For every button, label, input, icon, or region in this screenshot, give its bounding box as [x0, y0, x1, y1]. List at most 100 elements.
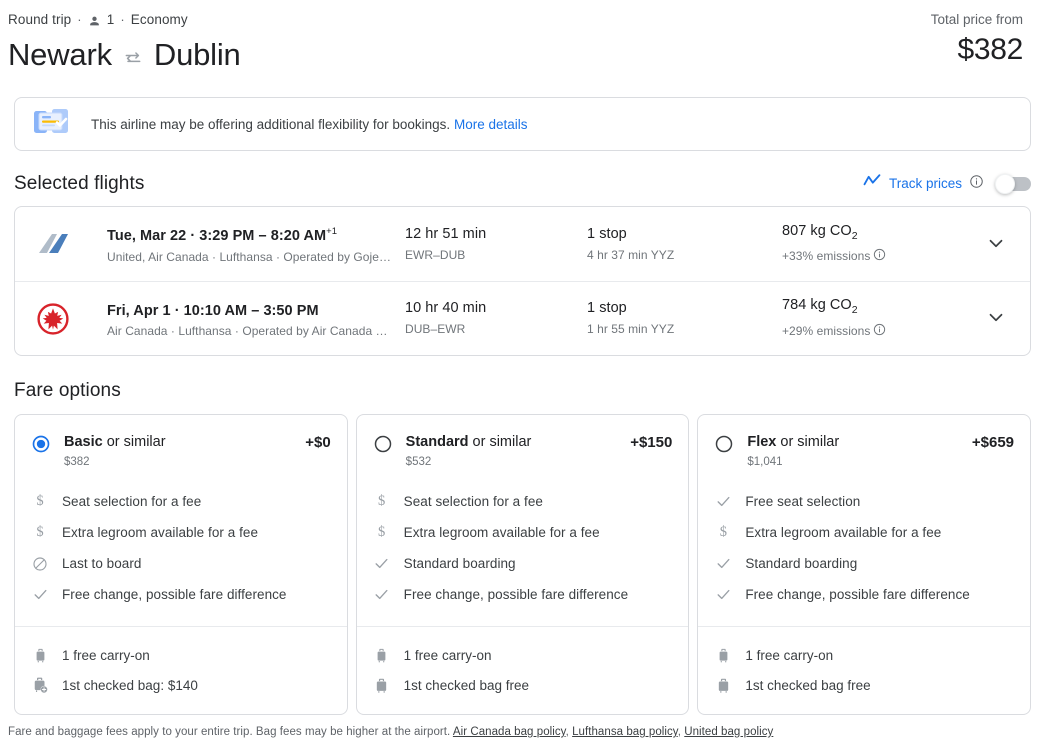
fare-base-price: $1,041: [747, 456, 783, 468]
track-prices-control[interactable]: Track prices: [862, 171, 1031, 196]
fare-name-suffix: or similar: [776, 434, 840, 450]
separator-dot-2: ·: [120, 11, 125, 27]
flight-co2: 807 kg CO2: [782, 222, 976, 246]
emissions-info-icon[interactable]: [873, 323, 886, 341]
next-day-indicator: +1: [326, 226, 338, 238]
flight-stops: 1 stop: [587, 300, 627, 316]
fare-name-suffix: or similar: [468, 434, 532, 450]
flight-primary-info: Fri, Apr 1 · 10:10 AM – 3:50 PM Air Cana…: [107, 297, 405, 341]
fare-option-card-flex[interactable]: Flex or similar $1,041 +$659 Free seat sele…: [697, 414, 1032, 715]
banner-text: This airline may be offering additional …: [91, 117, 528, 132]
flight-airlines: Air Canada · Lufthansa · Operated by Air…: [107, 324, 388, 339]
carry-on-icon: [373, 646, 391, 664]
total-price-value: $382: [957, 33, 1023, 66]
lufthansa-bag-policy-link[interactable]: Lufthansa bag policy: [572, 726, 678, 738]
fare-radio-flex[interactable]: [714, 434, 734, 454]
checked-bag-icon: [373, 676, 391, 694]
fare-baggage-item: 1 free carry-on: [31, 640, 331, 670]
more-details-link[interactable]: More details: [454, 117, 528, 132]
fare-baggage-list: 1 free carry-on 1st checked bag free: [356, 626, 689, 714]
flight-emissions-cell: 807 kg CO2 +33% emissions: [782, 222, 976, 267]
co2-amount: 784 kg CO: [782, 297, 852, 314]
fare-radio-basic[interactable]: [31, 434, 51, 454]
fare-feature-list: Free seat selection $ Extra legroom availa…: [698, 484, 1030, 626]
flight-datetime: Fri, Apr 1 · 10:10 AM – 3:50 PM: [107, 297, 405, 321]
flight-duration-cell: 10 hr 40 min DUB–EWR: [405, 299, 587, 338]
fare-baggage-item: 1st checked bag free: [714, 670, 1014, 700]
check-icon: [31, 586, 49, 604]
flight-stops-cell: 1 stop 1 hr 55 min YYZ: [587, 299, 782, 338]
track-prices-toggle[interactable]: [995, 173, 1031, 194]
fare-feature-text: Last to board: [62, 556, 142, 571]
fare-baggage-item: 1st checked bag free: [373, 670, 673, 700]
flight-emissions-cell: 784 kg CO2 +29% emissions: [782, 296, 976, 341]
fare-card-header[interactable]: Basic or similar $382 +$0: [15, 415, 347, 484]
chevron-down-icon: [985, 306, 1007, 331]
fare-radio-standard[interactable]: [373, 434, 393, 454]
emissions-text: +29% emissions: [782, 323, 871, 338]
fare-price-delta: +$659: [971, 434, 1015, 451]
fare-baggage-text: 1 free carry-on: [403, 647, 492, 663]
emissions-text: +33% emissions: [782, 249, 871, 264]
fare-base-price: $382: [64, 456, 90, 468]
toggle-knob: [995, 173, 1015, 194]
fare-baggage-text: 1st checked bag free: [403, 677, 530, 693]
fare-feature: Standard boarding: [714, 548, 1014, 579]
expand-flight-details-button[interactable]: [976, 299, 1016, 339]
fare-feature-list: $ Seat selection for a fee $ Extra legroom …: [357, 484, 689, 626]
flight-emissions-pct: +33% emissions: [782, 248, 976, 266]
fare-card-header[interactable]: Standard or similar $532 +$150: [357, 415, 689, 484]
airline-logo: [37, 302, 107, 335]
expand-flight-details-button[interactable]: [976, 224, 1016, 264]
fare-feature: Last to board: [31, 548, 331, 579]
fare-option-card-standard[interactable]: Standard or similar $532 +$150 $ Seat select…: [355, 414, 690, 715]
fare-name-block: Flex or similar $1,041: [747, 433, 959, 470]
fare-baggage-list: 1 free carry-on 1st checked bag: $140: [15, 626, 347, 714]
dollar-icon: $: [36, 524, 44, 540]
fare-baggage-text: 1 free carry-on: [62, 647, 150, 663]
trip-summary: Round trip · 1 · Economy: [8, 10, 1037, 28]
flight-airlines: United, Air Canada · Lufthansa · Operate…: [107, 249, 391, 264]
track-prices-label[interactable]: Track prices: [889, 176, 962, 191]
page-header: Round trip · 1 · Economy Newark Dublin T…: [8, 0, 1037, 85]
fare-feature: $ Seat selection for a fee: [31, 486, 331, 517]
flight-route-codes: DUB–EWR: [405, 322, 466, 336]
fare-price-delta: +$150: [630, 434, 673, 451]
fare-feature: Free change, possible fare difference: [714, 579, 1014, 610]
banner-message: This airline may be offering additional …: [91, 116, 451, 132]
fare-feature: $ Extra legroom available for a fee: [373, 517, 673, 548]
fare-feature-text: Free seat selection: [745, 494, 861, 509]
fare-option-card-basic[interactable]: Basic or similar $382 +$0 $ Seat selection f…: [14, 414, 348, 715]
flight-emissions-pct: +29% emissions: [782, 323, 976, 341]
co2-subscript: 2: [851, 303, 858, 316]
flight-row[interactable]: Tue, Mar 22 · 3:29 PM – 8:20 AM+1 United…: [15, 207, 1030, 281]
fare-feature: $ Extra legroom available for a fee: [31, 517, 331, 548]
carry-on-icon: [31, 646, 49, 664]
fare-baggage-text: 1st checked bag: $140: [62, 677, 198, 693]
air-canada-bag-policy-link[interactable]: Air Canada bag policy: [453, 726, 566, 738]
total-price-block: Total price from $382: [931, 10, 1024, 68]
united-bag-policy-link[interactable]: United bag policy: [684, 726, 773, 738]
fare-baggage-text: 1 free carry-on: [745, 647, 834, 663]
swap-arrows-icon: [123, 48, 143, 68]
emissions-info-icon[interactable]: [873, 248, 886, 266]
person-icon: [88, 14, 101, 28]
flight-datetime-text: Tue, Mar 22 · 3:29 PM – 8:20 AM: [107, 227, 327, 244]
trip-type-label: Round trip: [8, 11, 72, 27]
fare-card-header[interactable]: Flex or similar $1,041 +$659: [698, 415, 1030, 484]
flight-duration: 10 hr 40 min: [405, 300, 487, 316]
info-icon[interactable]: [969, 174, 984, 194]
fare-feature-text: Standard boarding: [745, 556, 858, 571]
selected-flights-header: Selected flights Track prices: [14, 171, 1031, 196]
fare-feature-text: Free change, possible fare difference: [62, 587, 287, 602]
fare-feature: Standard boarding: [373, 548, 673, 579]
fare-feature-text: Free change, possible fare difference: [403, 587, 629, 602]
checked-bag-fee-icon: [31, 676, 49, 694]
flight-row[interactable]: Fri, Apr 1 · 10:10 AM – 3:50 PM Air Cana…: [15, 281, 1030, 355]
route-title: Newark Dublin: [8, 36, 1037, 74]
destination-city: Dublin: [153, 37, 241, 72]
passenger-count: 1: [106, 11, 115, 27]
check-icon: [714, 586, 732, 604]
check-icon: [714, 493, 732, 511]
fare-name-block: Standard or similar $532: [406, 433, 618, 470]
